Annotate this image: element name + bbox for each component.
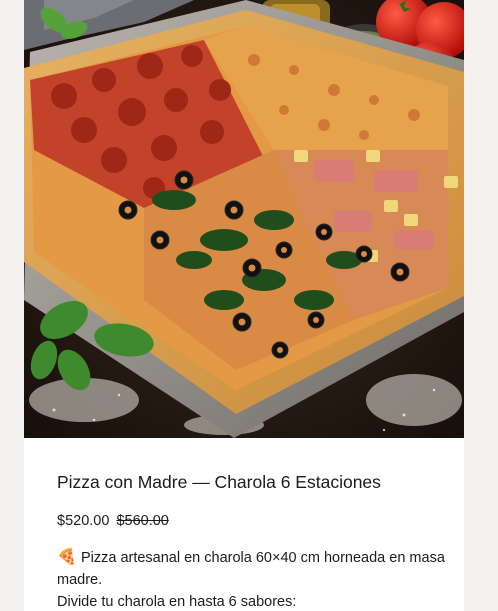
description-text-1: Pizza artesanal en charola 60×40 cm horn… (57, 550, 445, 588)
product-image[interactable] (24, 0, 464, 438)
description-line: 🍕 Pizza artesanal en charola 60×40 cm ho… (57, 547, 447, 591)
product-title: Pizza con Madre — Charola 6 Estaciones (57, 472, 381, 492)
price-row: $520.00 $560.00 (57, 511, 447, 531)
product-description: 🍕 Pizza artesanal en charola 60×40 cm ho… (57, 547, 447, 611)
price-original: $560.00 (116, 513, 169, 529)
pizza-icon: 🍕 (57, 549, 77, 566)
description-text-2: Divide tu charola en hasta 6 sabores: (57, 594, 297, 610)
price-current: $520.00 (57, 513, 110, 529)
product-card: Pizza con Madre — Charola 6 Estaciones $… (24, 0, 464, 611)
product-info: Pizza con Madre — Charola 6 Estaciones $… (57, 438, 447, 611)
